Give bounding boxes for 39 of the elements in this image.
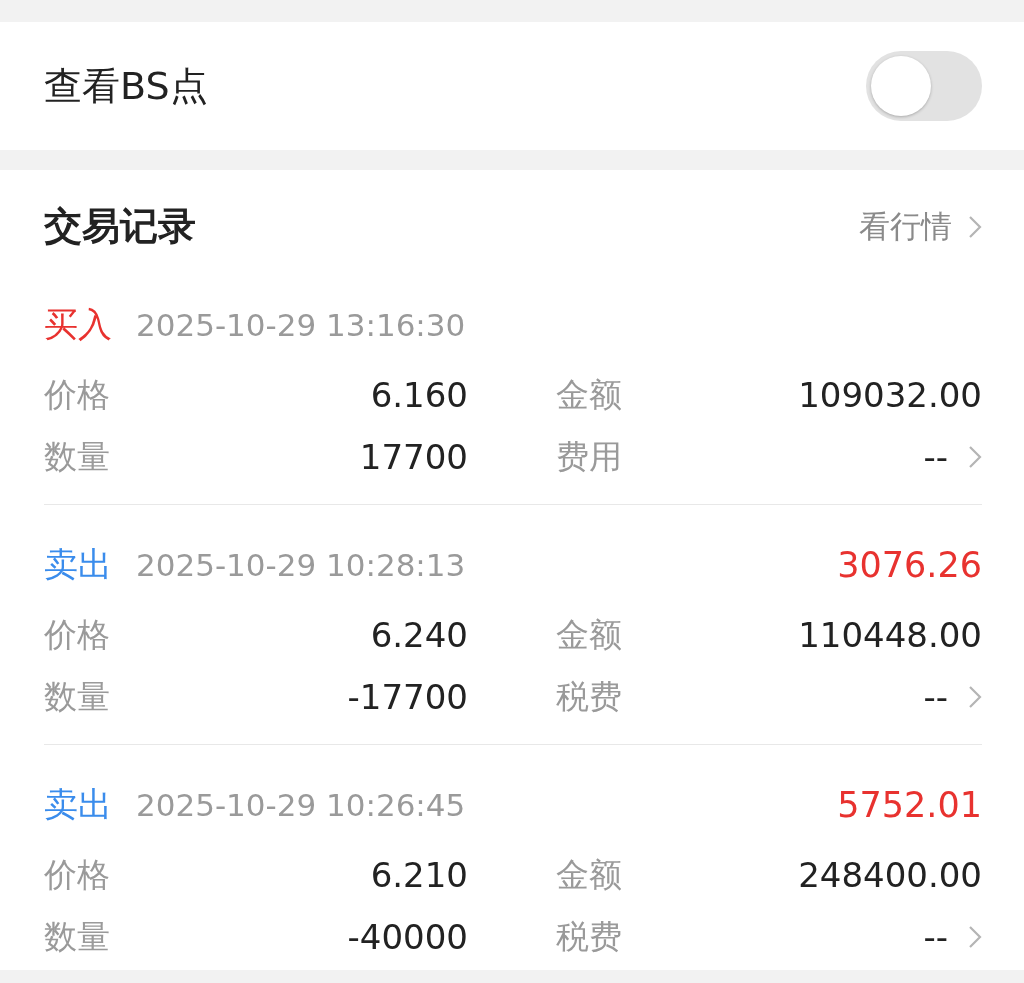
field-value: 6.160: [369, 375, 468, 415]
field-label: 数量: [44, 915, 111, 958]
chevron-right-icon[interactable]: [968, 925, 982, 949]
field-label: 金额: [556, 613, 623, 656]
field-label: 价格: [44, 373, 111, 416]
trade-type: 卖出: [44, 543, 112, 586]
field-label: 数量: [44, 675, 111, 718]
field-value: --: [923, 677, 948, 717]
setting-label: 查看BS点: [44, 62, 208, 110]
section-title: 交易记录: [44, 203, 196, 250]
field-value: 110448.00: [797, 615, 982, 655]
field-label: 金额: [556, 853, 623, 896]
field-label: 税费: [556, 915, 623, 958]
trade-time: 2025-10-29 13:16:30: [136, 307, 466, 343]
trade-time: 2025-10-29 10:28:13: [136, 547, 466, 583]
trade-type: 卖出: [44, 783, 112, 826]
chevron-right-icon: [968, 214, 982, 239]
chevron-right-icon[interactable]: [968, 445, 982, 469]
field-label: 金额: [556, 373, 623, 416]
field-label: 费用: [556, 435, 623, 478]
profit-value: 5752.01: [837, 785, 982, 825]
field-value: --: [923, 917, 948, 957]
field-value: 109032.00: [797, 375, 982, 415]
field-value: 6.240: [369, 615, 468, 655]
profit-value: 3076.26: [837, 545, 982, 585]
field-value: 248400.00: [797, 855, 982, 895]
field-label: 价格: [44, 853, 111, 896]
field-label: 数量: [44, 435, 111, 478]
field-value: -40000: [346, 917, 468, 957]
trade-type: 买入: [44, 303, 112, 346]
field-value: --: [923, 437, 948, 477]
field-label: 价格: [44, 613, 111, 656]
market-link[interactable]: 看行情: [859, 205, 982, 248]
field-value: 6.210: [369, 855, 468, 895]
chevron-right-icon[interactable]: [968, 685, 982, 709]
field-label: 税费: [556, 675, 623, 718]
field-value: 17700: [358, 437, 468, 477]
trade-time: 2025-10-29 10:26:45: [136, 787, 466, 823]
field-value: -17700: [346, 677, 468, 717]
